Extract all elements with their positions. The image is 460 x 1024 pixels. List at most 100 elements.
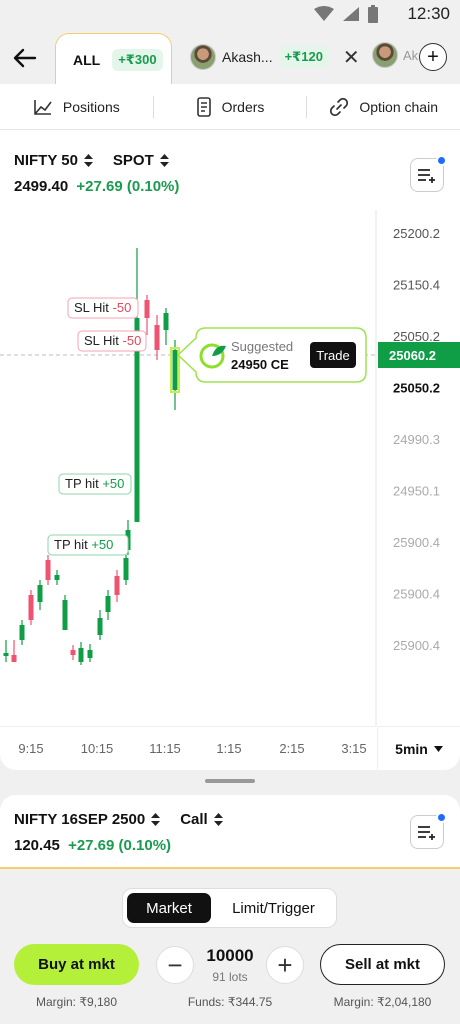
minus-icon: − [167, 949, 183, 980]
instrument-price-line: 2499.40 +27.69 (0.10%) [14, 178, 179, 195]
sl-hit-marker[interactable]: SL Hit -50 [67, 297, 139, 319]
receipt-icon [196, 96, 211, 117]
tp-hit-marker[interactable]: TP hit +50 [47, 534, 129, 556]
y-axis-labels: 25200.2 25150.4 25050.2 25050.2 24990.3 24950… [393, 226, 440, 653]
marker-value: +50 [91, 537, 113, 552]
candle [11, 640, 17, 662]
y-axis-label: 24990.3 [393, 432, 440, 447]
back-button[interactable] [10, 43, 40, 73]
candle [45, 555, 51, 585]
suggestion-contract: 24950 CE [231, 357, 289, 372]
option-card: NIFTY 16SEP 2500 Call 120.45 +27.69 (0.1… [0, 795, 460, 869]
candle [62, 595, 68, 630]
link-icon [330, 97, 349, 116]
account-tab-bar: ALL +₹300 Akash... +₹120 ✕ Ak + [0, 30, 460, 85]
tp-hit-marker[interactable]: TP hit +50 [58, 473, 132, 495]
nav-orders[interactable]: Orders [154, 96, 307, 117]
drag-handle[interactable] [205, 779, 255, 783]
option-type-dropdown[interactable]: Call [180, 811, 223, 828]
y-axis-label: 25050.2 [393, 329, 440, 344]
marker-label: SL Hit -50 [74, 300, 131, 315]
notification-dot [436, 812, 447, 823]
avatar [372, 42, 398, 68]
order-type-limit[interactable]: Limit/Trigger [215, 893, 332, 923]
sl-hit-marker[interactable]: SL Hit -50 [77, 330, 147, 352]
tab-user-akash[interactable]: Akash... +₹120 ✕ [190, 42, 360, 72]
available-funds: Funds: ₹344.75 [187, 995, 273, 1009]
tab-user-name: Akash... [222, 49, 273, 65]
option-name-dropdown[interactable]: NIFTY 16SEP 2500 [14, 811, 161, 828]
tab-user-pnl-badge: +₹120 [278, 46, 329, 68]
interval-selector[interactable]: 5min [377, 726, 460, 770]
marker-label: TP hit +50 [54, 537, 113, 552]
x-axis-label: 3:15 [341, 741, 367, 756]
quantity-increase-button[interactable]: + [266, 946, 304, 984]
quantity-decrease-button[interactable]: − [156, 946, 194, 984]
sort-arrows-icon [151, 813, 161, 826]
candle [144, 295, 150, 335]
sell-margin: Margin: ₹2,04,180 [333, 995, 432, 1009]
tab-user-2[interactable]: Ak [372, 42, 418, 68]
instrument-type: SPOT [112, 152, 154, 169]
trade-button[interactable]: Trade [310, 342, 356, 368]
y-axis-label: 25900.4 [393, 587, 440, 602]
marker-value: -50 [113, 300, 132, 315]
tab-all[interactable]: ALL +₹300 [55, 33, 172, 85]
option-price: 120.45 [14, 837, 60, 854]
candlestick-chart[interactable]: 25200.2 25150.4 25050.2 25050.2 24990.3 24950… [0, 210, 460, 726]
option-watchlist-add-button[interactable] [410, 812, 447, 849]
quantity-value[interactable]: 10000 [196, 946, 264, 966]
y-axis-label: 25900.4 [393, 535, 440, 550]
positions-chart-icon [34, 99, 52, 115]
list-add-icon [418, 826, 435, 840]
buy-button[interactable]: Buy at mkt [14, 944, 139, 985]
y-axis-label: 25900.4 [393, 638, 440, 653]
interval-label: 5min [395, 740, 428, 757]
instrument-type-dropdown[interactable]: SPOT [113, 152, 169, 169]
wifi-icon [314, 6, 334, 21]
signal-icon [343, 7, 359, 21]
chart-card: NIFTY 50 SPOT 2499.40 +27.69 (0.10%) 252… [0, 130, 460, 770]
y-axis-label: 25200.2 [393, 226, 440, 241]
buy-margin: Margin: ₹9,180 [35, 995, 117, 1009]
sort-arrows-icon [83, 154, 93, 167]
battery-icon [368, 5, 378, 23]
avatar [190, 44, 216, 70]
candle [154, 315, 160, 360]
sell-button[interactable]: Sell at mkt [320, 944, 445, 985]
candle [105, 590, 111, 620]
nav-orders-label: Orders [221, 98, 265, 115]
add-tab-button[interactable]: + [419, 43, 447, 71]
list-add-icon [418, 169, 435, 183]
arrow-left-icon [13, 48, 37, 68]
order-type-market[interactable]: Market [127, 893, 211, 923]
instrument-price: 2499.40 [14, 178, 69, 195]
tab-all-pnl-badge: +₹300 [112, 48, 163, 71]
order-type-toggle: Market Limit/Trigger [122, 888, 337, 928]
candle [3, 640, 9, 662]
y-axis-label: 25050.2 [393, 381, 440, 396]
instrument-name-dropdown[interactable]: NIFTY 50 [14, 152, 93, 169]
candle [28, 590, 34, 625]
option-type: Call [180, 811, 208, 828]
close-icon[interactable]: ✕ [343, 45, 360, 70]
instrument-name: NIFTY 50 [14, 152, 78, 169]
suggestion-card[interactable]: Suggested 24950 CE Trade [176, 327, 367, 383]
candle [172, 340, 178, 410]
nav-option-chain[interactable]: Option chain [307, 97, 460, 117]
candle [54, 570, 60, 585]
candle [97, 610, 103, 640]
status-bar: 12:30 [0, 0, 460, 28]
nav-positions[interactable]: Positions [0, 98, 153, 116]
status-icons [314, 5, 378, 23]
trade-button-label: Trade [316, 348, 349, 363]
caret-down-icon [433, 745, 443, 752]
watchlist-add-button[interactable] [410, 155, 447, 192]
nav-option-chain-label: Option chain [359, 98, 438, 115]
top-nav: Positions Orders Option chain [0, 84, 460, 130]
instrument-selector: NIFTY 50 SPOT [14, 152, 169, 169]
tab-all-label: ALL [73, 51, 101, 68]
candle [123, 555, 129, 585]
nav-positions-label: Positions [62, 98, 120, 115]
candle [70, 645, 76, 660]
